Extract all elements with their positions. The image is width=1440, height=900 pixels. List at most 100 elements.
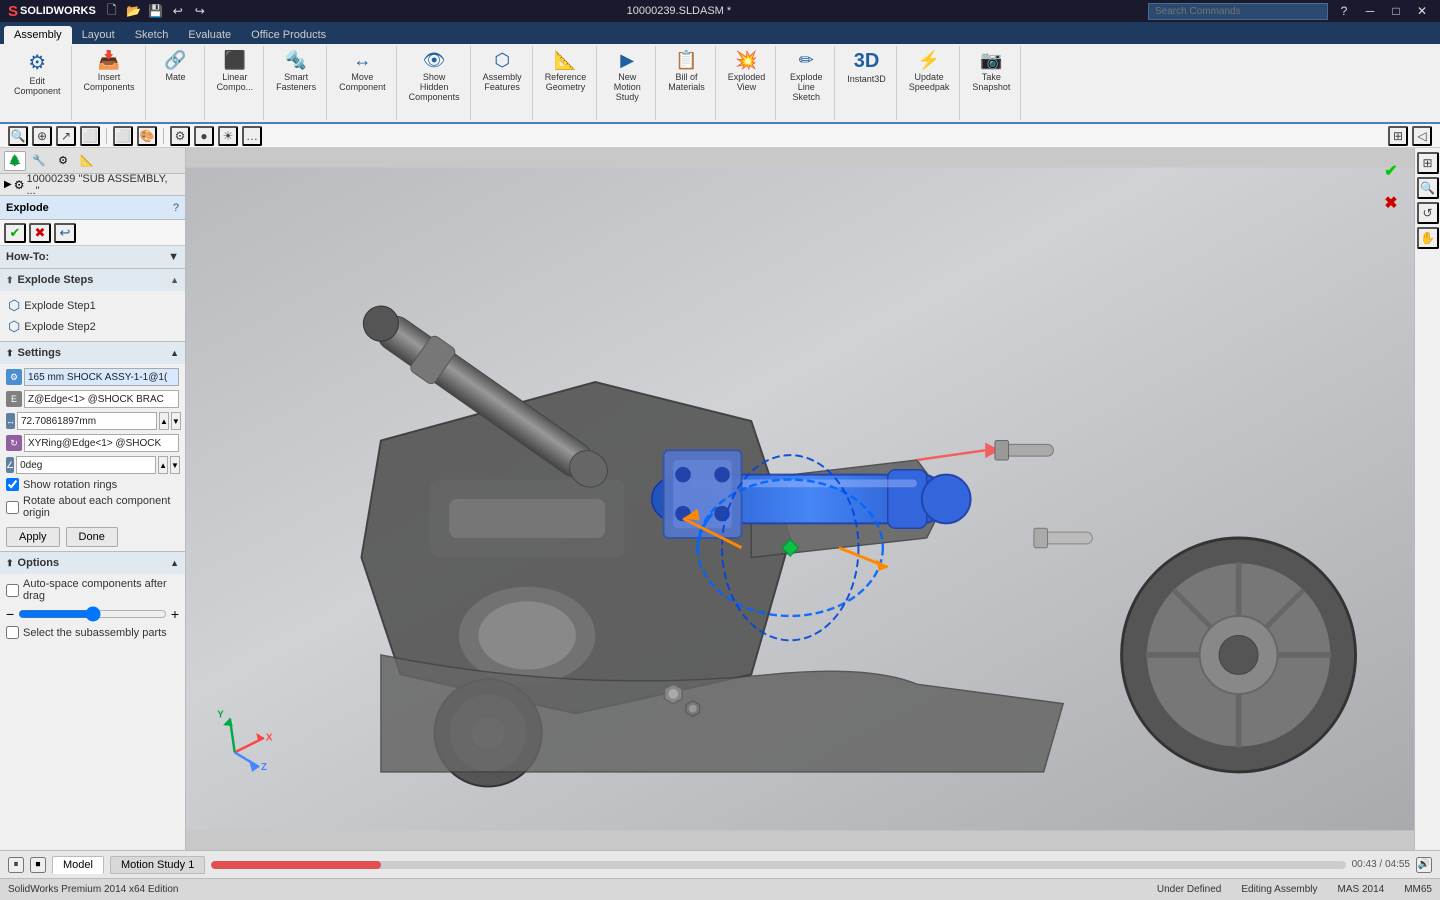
edit-component-btn[interactable]: ⚙ EditComponent [10,48,65,98]
distance-spin-up[interactable]: ▲ [159,412,169,430]
explode-steps-section: ⬆ Explode Steps ▲ ⬡ Explode Step1 ⬡ Expl… [0,269,185,342]
reference-geometry-btn[interactable]: 📐 ReferenceGeometry [541,48,591,94]
rs-rotate-btn[interactable]: ↺ [1417,202,1439,224]
undo-btn[interactable]: ↩ [168,1,188,21]
explode-line-btn[interactable]: ✏ ExplodeLineSketch [784,48,828,104]
tab-evaluate[interactable]: Evaluate [178,26,241,44]
stop-btn[interactable]: ⏹ [30,857,46,873]
viewport-confirm-btn[interactable]: ✔ [1378,158,1404,184]
zoom-to-fit-btn[interactable]: 🔍 [8,126,28,146]
angle-field[interactable] [16,456,156,474]
audio-btn[interactable]: 🔊 [1416,857,1432,873]
maximize-btn[interactable]: □ [1386,1,1406,21]
done-btn[interactable]: Done [66,527,118,547]
view-select-btn[interactable]: ⬜ [80,126,100,146]
ribbon-group-edit-component: ⚙ EditComponent [4,46,72,120]
component-field[interactable] [24,368,179,386]
appearance-btn[interactable]: ☀ [218,126,238,146]
minimize-btn[interactable]: ─ [1360,1,1380,21]
angle-spin-down[interactable]: ▼ [170,456,180,474]
prev-view-btn[interactable]: ◁ [1412,126,1432,146]
options-expand-icon: ▲ [170,558,179,568]
new-btn[interactable]: 🗋 [102,1,122,21]
assembly-features-btn[interactable]: ⬡ AssemblyFeatures [479,48,526,94]
bill-materials-btn[interactable]: 📋 Bill ofMaterials [664,48,709,94]
edge-icon: E [6,391,22,407]
rs-zoom-btn[interactable]: 🔍 [1417,177,1439,199]
rotate-about-checkbox[interactable] [6,501,19,514]
zoom-btn[interactable]: ⊕ [32,126,52,146]
distance-field[interactable] [17,412,157,430]
howto-header[interactable]: How-To: ▼ [0,246,185,268]
explode-step-2[interactable]: ⬡ Explode Step2 [4,316,181,337]
select-subassembly-checkbox[interactable] [6,626,19,639]
scene-btn[interactable]: … [242,126,262,146]
lighting-btn[interactable]: ● [194,126,214,146]
motion-study-tab[interactable]: Motion Study 1 [110,856,205,874]
insert-icon: 📥 [98,50,120,71]
tree-top: ▶ ⚙ 10000239 "SUB ASSEMBLY, ..." [0,174,185,196]
insert-components-btn[interactable]: 📥 InsertComponents [80,48,139,94]
new-motion-study-btn[interactable]: ▶ NewMotionStudy [605,48,649,104]
hide-show-btn[interactable]: 🎨 [137,126,157,146]
viewport[interactable]: X Y Z ✔ ✖ [186,148,1414,850]
explode-help-btn[interactable]: ? [173,202,179,214]
speedpak-icon: ⚡ [918,50,940,71]
explode-step-1[interactable]: ⬡ Explode Step1 [4,295,181,316]
bill-materials-icon: 📋 [675,50,697,71]
spacing-slider[interactable] [18,606,167,622]
exploded-view-btn[interactable]: 💥 ExplodedView [724,48,770,94]
apply-btn[interactable]: Apply [6,527,60,547]
instant3d-btn[interactable]: 3D Instant3D [843,48,890,86]
edge-field[interactable] [24,390,179,408]
update-speedpak-btn[interactable]: ⚡ UpdateSpeedpak [905,48,954,94]
options-label: Options [18,557,171,569]
command-search-input[interactable] [1148,3,1328,20]
viewport-cancel-btn[interactable]: ✖ [1378,190,1404,216]
dim-expert-tab[interactable]: 📐 [76,151,98,171]
tab-assembly[interactable]: Assembly [4,26,72,44]
rs-pan-btn[interactable]: ✋ [1417,227,1439,249]
auto-space-checkbox[interactable] [6,584,19,597]
tab-sketch[interactable]: Sketch [125,26,179,44]
display-style-btn[interactable]: ⬜ [113,126,133,146]
settings-label: Settings [18,347,171,359]
show-hidden-btn[interactable]: 👁 ShowHiddenComponents [405,48,464,104]
zoom-area-btn[interactable]: ↗ [56,126,76,146]
play-pause-btn[interactable]: ⏸ [8,857,24,873]
close-btn[interactable]: ✕ [1412,1,1432,21]
tab-office-products[interactable]: Office Products [241,26,336,44]
section-view-btn[interactable]: ⚙ [170,126,190,146]
spacing-slider-row: − + [6,606,179,622]
feature-manager-tab[interactable]: 🌲 [4,151,26,171]
help-btn[interactable]: ? [1334,1,1354,21]
save-btn[interactable]: 💾 [146,1,166,21]
model-tab[interactable]: Model [52,856,104,874]
angle-spin-up[interactable]: ▲ [158,456,168,474]
open-btn[interactable]: 📂 [124,1,144,21]
smart-fasteners-btn[interactable]: 🔩 SmartFasteners [272,48,320,94]
spacing-decrease-btn[interactable]: − [6,606,14,622]
spacing-increase-btn[interactable]: + [171,606,179,622]
mate-btn[interactable]: 🔗 Mate [154,48,198,84]
tab-layout[interactable]: Layout [72,26,125,44]
explode-confirm-btn[interactable]: ✔ [4,223,26,243]
take-snapshot-btn[interactable]: 📷 TakeSnapshot [968,48,1014,94]
config-manager-tab[interactable]: ⚙ [52,151,74,171]
settings-section: ⬆ Settings ▲ ⚙ E ↔ ▲ [0,342,185,552]
axis-field[interactable] [24,434,179,452]
view-options-btn[interactable]: ⊞ [1388,126,1408,146]
linear-component-btn[interactable]: ⬛ LinearCompo... [213,48,258,94]
bottombar: ⏸ ⏹ Model Motion Study 1 00:43 / 04:55 🔊 [0,850,1440,878]
redo-btn[interactable]: ↪ [190,1,210,21]
explode-back-btn[interactable]: ↩ [54,223,76,243]
view-separator-1 [106,128,107,144]
angle-icon: ∠ [6,457,14,473]
explode-cancel-btn[interactable]: ✖ [29,223,51,243]
distance-spin-down[interactable]: ▼ [171,412,181,430]
rs-view-selector-btn[interactable]: ⊞ [1417,152,1439,174]
svg-text:X: X [266,733,273,744]
move-component-btn[interactable]: ↔ MoveComponent [335,48,390,94]
property-manager-tab[interactable]: 🔧 [28,151,50,171]
show-rotation-rings-checkbox[interactable] [6,478,19,491]
